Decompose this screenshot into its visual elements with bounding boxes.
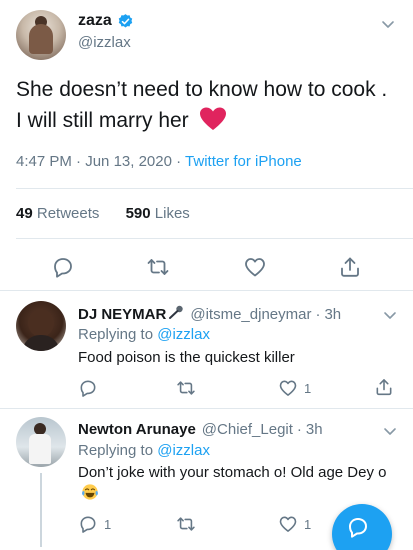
heart-outline-icon [245, 258, 265, 277]
heart-outline-icon [279, 516, 297, 532]
likes-stat[interactable]: 590 Likes [126, 205, 190, 222]
like-count: 1 [304, 380, 312, 396]
reply-author-name[interactable]: Newton Arunaye [78, 421, 196, 438]
microphone-emoji-icon [169, 305, 184, 319]
reply-icon [80, 516, 96, 533]
reply-text: Food poison is the quickest killer [78, 349, 295, 366]
reply-author-avatar[interactable] [16, 301, 66, 351]
author-name-row: zaza [78, 12, 134, 30]
retweet-button[interactable] [146, 255, 170, 279]
verified-badge-icon [118, 13, 133, 28]
chevron-down-icon[interactable] [382, 423, 398, 439]
reply-name-row: Newton Arunaye @Chief_Legit · 3h [78, 421, 323, 438]
retweet-icon [177, 381, 195, 395]
retweet-icon [177, 517, 195, 531]
reply-author-handle[interactable]: @Chief_Legit [202, 421, 293, 438]
like-button[interactable] [243, 255, 267, 279]
like-count: 1 [304, 516, 312, 532]
author-avatar[interactable] [16, 10, 66, 60]
reply-time: 3h [324, 306, 342, 323]
tweet-source-link[interactable]: Twitter for iPhone [185, 153, 302, 170]
reply-tweet[interactable]: DJ NEYMAR @itsme_djneymar · 3h Replying … [0, 291, 413, 408]
share-button[interactable] [338, 255, 362, 279]
tears-of-joy-emoji-icon [82, 484, 98, 500]
reply-text: Don’t joke with your stomach o! Old age … [78, 462, 398, 504]
reply-count: 1 [104, 516, 112, 532]
replying-to-handle[interactable]: @izzlax [157, 442, 210, 459]
red-heart-emoji-icon [199, 107, 226, 130]
share-icon [341, 257, 359, 277]
divider [16, 188, 413, 189]
tweet-text: She doesn’t need to know how to cook . I… [16, 74, 396, 136]
reply-time: 3h [305, 421, 323, 438]
replying-to: Replying to @izzlax [78, 326, 210, 343]
retweet-button[interactable] [176, 378, 196, 398]
reply-text-body: Don’t joke with your stomach o! Old age … [78, 464, 387, 481]
share-button[interactable] [374, 377, 394, 397]
like-button[interactable]: 1 [278, 378, 311, 398]
divider [16, 238, 413, 239]
reply-name-row: DJ NEYMAR @itsme_djneymar · 3h [78, 305, 342, 323]
replying-to-handle[interactable]: @izzlax [157, 326, 210, 343]
thread-line [40, 473, 42, 547]
compose-reply-icon [349, 518, 367, 538]
heart-outline-icon [279, 380, 297, 396]
reply-icon [54, 258, 72, 278]
author-handle[interactable]: @izzlax [78, 34, 131, 51]
retweet-button[interactable] [176, 514, 196, 534]
retweet-icon [147, 259, 169, 275]
tweet-date: Jun 13, 2020 [85, 153, 172, 170]
replying-to: Replying to @izzlax [78, 442, 210, 459]
chevron-down-icon[interactable] [380, 16, 396, 32]
chevron-down-icon[interactable] [382, 307, 398, 323]
tweet-meta: 4:47 PM · Jun 13, 2020 · Twitter for iPh… [16, 153, 302, 170]
reply-button[interactable] [51, 255, 75, 279]
reply-author-handle[interactable]: @itsme_djneymar [190, 306, 311, 323]
tweet-time: 4:47 PM [16, 153, 72, 170]
reply-button[interactable] [78, 378, 104, 398]
reply-author-avatar[interactable] [16, 417, 66, 467]
reply-author-name[interactable]: DJ NEYMAR [78, 306, 166, 323]
tweet-stats: 49 Retweets 590 Likes [16, 205, 190, 222]
reply-icon [80, 380, 96, 397]
author-name[interactable]: zaza [78, 12, 112, 30]
reply-button[interactable]: 1 [78, 514, 111, 534]
like-button[interactable]: 1 [278, 514, 311, 534]
share-icon [376, 379, 392, 396]
retweets-stat[interactable]: 49 Retweets [16, 205, 99, 222]
